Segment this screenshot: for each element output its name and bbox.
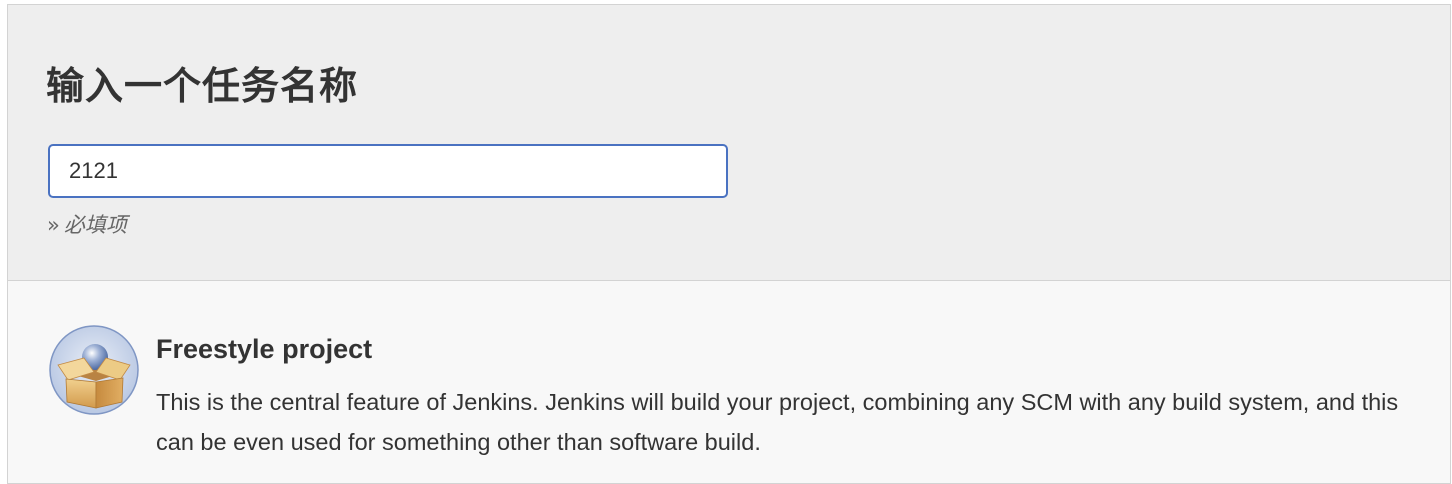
page-title: 输入一个任务名称 [46, 64, 359, 108]
item-name-input[interactable] [48, 144, 728, 198]
project-title: Freestyle project [156, 334, 373, 364]
item-name-section: 输入一个任务名称 »必填项 [8, 5, 1450, 281]
project-type-freestyle[interactable]: Freestyle project This is the central fe… [8, 281, 1450, 481]
required-text: 必填项 [63, 213, 127, 237]
required-hint: » 必填项 [47, 210, 127, 240]
required-marker: » [47, 213, 60, 237]
freestyle-box-icon [49, 325, 139, 415]
project-description: This is the central feature of Jenkins. … [156, 389, 1399, 455]
new-item-panel: 输入一个任务名称 »必填项 [7, 4, 1451, 484]
